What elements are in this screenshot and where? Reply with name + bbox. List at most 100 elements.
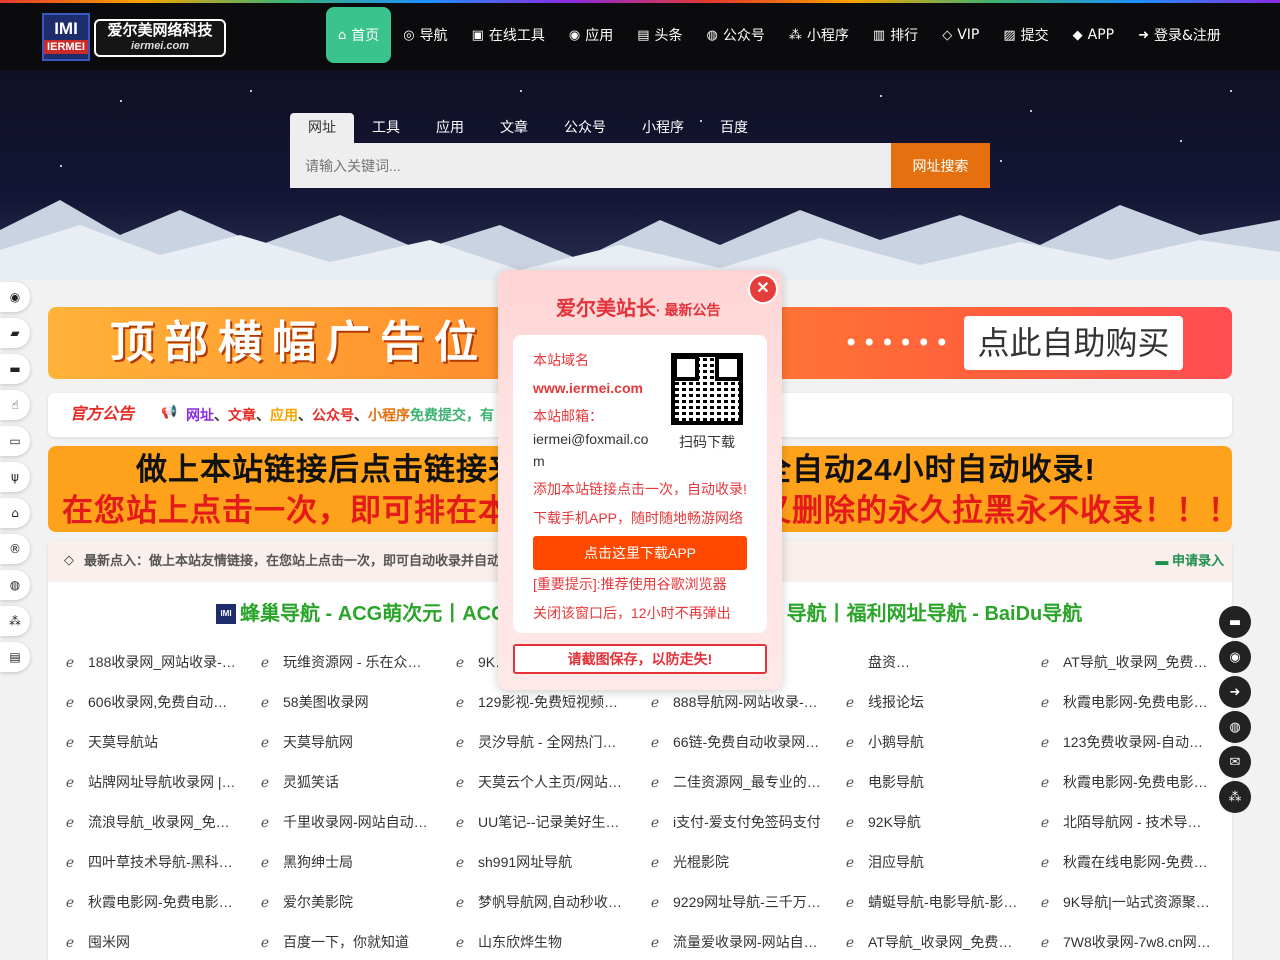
site-link[interactable]: ℯ 梦帆导航网,自动秒收…	[452, 892, 647, 912]
site-link[interactable]: ℯ 9K导航|一站式资源聚…	[1037, 892, 1232, 912]
site-link[interactable]: 盘资…	[842, 652, 1037, 672]
sidebar-category-icon-2[interactable]: ▬	[0, 354, 30, 384]
search-tab-2[interactable]: 应用	[418, 113, 482, 143]
site-link[interactable]: ℯ 小鹅导航	[842, 732, 1037, 752]
download-app-button[interactable]: 点击这里下载APP	[533, 536, 747, 570]
site-link[interactable]: ℯ i支付-爱支付免签码支付	[647, 812, 842, 832]
search-tab-4[interactable]: 公众号	[546, 113, 624, 143]
right-float-button-0[interactable]: ▬	[1219, 606, 1251, 638]
right-float-button-1[interactable]: ◉	[1219, 641, 1251, 673]
sidebar-category-icon-6[interactable]: ⌂	[0, 498, 30, 528]
site-link[interactable]: ℯ 电影导航	[842, 772, 1037, 792]
ie-link-icon: ℯ	[650, 734, 660, 750]
right-float-button-4[interactable]: ✉	[1219, 746, 1251, 778]
search-button[interactable]: 网址搜索	[891, 143, 990, 188]
site-link[interactable]: ℯ 灵狐笑话	[257, 772, 452, 792]
nav-item-7[interactable]: ▥ 排行	[861, 7, 930, 63]
site-link[interactable]: ℯ 58美图收录网	[257, 692, 452, 712]
site-link[interactable]: ℯ 606收录网,免费自动秒…	[62, 692, 257, 712]
nav-item-0[interactable]: ⌂ 首页	[326, 7, 392, 63]
sidebar-category-icon-10[interactable]: ▤	[0, 642, 30, 672]
site-link[interactable]: ℯ 188收录网_网站收录-…	[62, 652, 257, 672]
modal-title: 爱尔美站长· 最新公告	[556, 298, 721, 320]
right-float-button-3[interactable]: ◍	[1219, 711, 1251, 743]
site-link[interactable]: ℯ 玩维资源网 - 乐在众享…	[257, 652, 452, 672]
site-link[interactable]: ℯ 7W8收录网-7w8.cn网…	[1037, 932, 1232, 952]
ie-link-icon: ℯ	[65, 814, 75, 830]
site-link[interactable]: ℯ 爱尔美影院	[257, 892, 452, 912]
site-link[interactable]: ℯ 百度一下，你就知道	[257, 932, 452, 952]
site-link[interactable]: ℯ 888导航网-网站收录-…	[647, 692, 842, 712]
site-link[interactable]: ℯ 66链-免费自动收录网,…	[647, 732, 842, 752]
site-link[interactable]: ℯ 秋霞电影网-免费电影…	[1037, 772, 1232, 792]
site-link[interactable]: ℯ 站牌网址导航收录网 | …	[62, 772, 257, 792]
sidebar-category-icon-1[interactable]: ▰	[0, 318, 30, 348]
search-tab-1[interactable]: 工具	[354, 113, 418, 143]
domain-value[interactable]: www.iermei.com	[533, 378, 643, 398]
ie-link-icon: ℯ	[65, 654, 75, 670]
site-link[interactable]: ℯ AT导航_收录网_免费…	[1037, 652, 1232, 672]
site-link[interactable]: ℯ 二佳资源网_最专业的…	[647, 772, 842, 792]
sidebar-category-icon-5[interactable]: ψ	[0, 462, 30, 492]
notice-part: 、	[214, 407, 228, 423]
nav-item-5[interactable]: ◍ 公众号	[695, 7, 777, 63]
search-input[interactable]	[290, 143, 891, 188]
nav-item-3[interactable]: ◉ 应用	[557, 7, 625, 63]
nav-item-1[interactable]: ◎ 导航	[391, 7, 459, 63]
logo-mark-bottom: IERMEI	[44, 40, 88, 54]
site-link[interactable]: ℯ 线报论坛	[842, 692, 1037, 712]
right-float-button-5[interactable]: ⁂	[1219, 781, 1251, 813]
sidebar-category-icon-9[interactable]: ⁂	[0, 606, 30, 636]
site-link[interactable]: ℯ 蜻蜓导航-电影导航-影…	[842, 892, 1037, 912]
nav-item-11[interactable]: ➜ 登录&注册	[1126, 7, 1233, 63]
site-link[interactable]: ℯ 秋霞电影网-免费电影…	[1037, 692, 1232, 712]
site-link[interactable]: ℯ 四叶草技术导航-黑科…	[62, 852, 257, 872]
sidebar-category-icon-7[interactable]: ®	[0, 534, 30, 564]
nav-item-8[interactable]: ◇ VIP	[930, 7, 991, 63]
site-link[interactable]: ℯ sh991网址导航	[452, 852, 647, 872]
nav-item-4[interactable]: ▤ 头条	[625, 7, 694, 63]
site-link[interactable]: ℯ 囤米网	[62, 932, 257, 952]
site-link[interactable]: ℯ 天莫云个人主页/网站…	[452, 772, 647, 792]
search-tab-0[interactable]: 网址	[290, 113, 354, 143]
site-link[interactable]: ℯ 北陌导航网 - 技术导航…	[1037, 812, 1232, 832]
site-link-text: 秋霞电影网-免费电影…	[1063, 774, 1208, 790]
sidebar-category-icon-8[interactable]: ◍	[0, 570, 30, 600]
sidebar-category-icon-4[interactable]: ▭	[0, 426, 30, 456]
site-link[interactable]: ℯ 9229网址导航-三千万…	[647, 892, 842, 912]
sidebar-category-icon-3[interactable]: ☝	[0, 390, 30, 420]
site-link[interactable]: ℯ 天莫导航站	[62, 732, 257, 752]
site-link[interactable]: ℯ 千里收录网-网站自动…	[257, 812, 452, 832]
site-link[interactable]: ℯ 秋霞在线电影网-免费…	[1037, 852, 1232, 872]
site-link[interactable]: ℯ AT导航_收录网_免费…	[842, 932, 1037, 952]
nav-item-2[interactable]: ▣ 在线工具	[460, 7, 557, 63]
site-link[interactable]: ℯ 山东欣烨生物	[452, 932, 647, 952]
nav-item-10[interactable]: ◆ APP	[1061, 7, 1126, 63]
site-link[interactable]: ℯ 天莫导航网	[257, 732, 452, 752]
site-logo[interactable]: IMI IERMEI 爱尔美网络科技 iermei.com	[42, 13, 226, 63]
site-link[interactable]: ℯ 光棍影院	[647, 852, 842, 872]
site-link[interactable]: ℯ 流量爱收录网-网站自…	[647, 932, 842, 952]
search-tab-6[interactable]: 百度	[702, 113, 766, 143]
nav-item-9[interactable]: ▨ 提交	[991, 7, 1060, 63]
ie-link-icon: ℯ	[845, 854, 855, 870]
apply-listing-link[interactable]: ▬ 申请录入	[1155, 552, 1224, 570]
self-service-buy-button[interactable]: 点此自助购买	[964, 316, 1183, 370]
site-link[interactable]: ℯ 92K导航	[842, 812, 1037, 832]
search-tab-5[interactable]: 小程序	[624, 113, 702, 143]
site-link[interactable]: ℯ 123免费收录网-自动链…	[1037, 732, 1232, 752]
site-link[interactable]: ℯ UU笔记--记录美好生…	[452, 812, 647, 832]
notice-part: 网址	[186, 407, 214, 423]
nav-item-6[interactable]: ⁂ 小程序	[777, 7, 861, 63]
site-link[interactable]: ℯ 秋霞电影网-免费电影…	[62, 892, 257, 912]
site-link[interactable]: ℯ 流浪导航_收录网_免…	[62, 812, 257, 832]
search-tab-3[interactable]: 文章	[482, 113, 546, 143]
site-link[interactable]: ℯ 灵汐导航 - 全网热门网…	[452, 732, 647, 752]
ie-link-icon: ℯ	[65, 854, 75, 870]
site-link[interactable]: ℯ 泪应导航	[842, 852, 1037, 872]
site-link[interactable]: ℯ 黑狗绅士局	[257, 852, 452, 872]
right-float-button-2[interactable]: ➜	[1219, 676, 1251, 708]
site-link[interactable]: ℯ 129影视-免费短视频分…	[452, 692, 647, 712]
close-icon[interactable]: ✕	[748, 274, 778, 304]
sidebar-category-icon-0[interactable]: ◉	[0, 282, 30, 312]
